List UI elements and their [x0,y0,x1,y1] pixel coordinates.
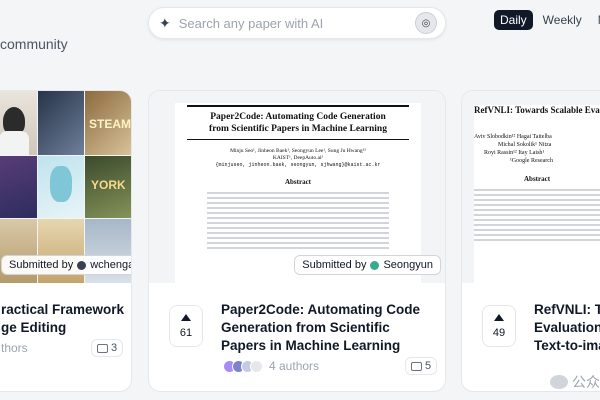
vote-count: 61 [179,326,193,339]
authors-meta: thors [1,341,28,355]
submitted-label: Submitted by [302,259,367,271]
upvote-arrow-icon [494,313,504,321]
title-line: ge Editing [1,320,67,335]
abstract-lines [207,192,389,249]
sparkle-icon: ✦ [159,14,171,31]
collage-tile [38,91,84,155]
tab-monthly[interactable]: Mor [592,10,600,30]
wechat-icon [550,375,568,389]
preview-title: RefVNLI: Towards Scalable Eva [474,105,600,115]
paper-title[interactable]: Paper2Code: Automating Code Generation f… [221,301,435,355]
title-line: Generation from Scientific [221,320,390,335]
preview-title: Paper2Code: Automating Code Generation f… [175,111,421,135]
title-rule [187,105,409,107]
authors-meta: 4 authors [223,359,319,373]
comment-icon [97,343,108,353]
comment-icon [411,361,422,371]
tab-daily[interactable]: Daily [494,10,533,30]
tab-weekly[interactable]: Weekly [537,10,588,30]
abstract-heading: Abstract [524,175,551,183]
title-line: RefVNLI: To [534,302,600,317]
vote-count: 49 [492,326,506,339]
preview-title-line: Paper2Code: Automating Code Generation [210,112,386,122]
collage-tile: STEAM [85,91,131,155]
preview-author-line: Aviv Slobodkin¹² Hagai Taitelba [474,134,552,140]
preview-authors: Aviv Slobodkin¹² Hagai Taitelba Michal S… [474,133,600,165]
search-input[interactable]: Search any paper with AI [179,16,415,31]
upvote-button[interactable]: 49 [482,305,516,347]
preview-affiliation: KAIST¹, DeepAuto.ai² [272,155,324,161]
title-line: ractical Framework [1,302,125,317]
paper-title[interactable]: ractical Framework ge Editing [1,301,131,337]
comment-count: 3 [111,342,118,354]
preview-affiliation: ¹Google Research [510,158,553,164]
comments-button[interactable]: 5 [405,357,438,375]
submitter-name[interactable]: wchengad [90,259,131,271]
paper-preview: RefVNLI: Towards Scalable Eva Aviv Slobo… [474,105,600,283]
title-line: Text-to-ima [534,338,600,353]
collage-text: STEAM [89,117,131,131]
abstract-heading: Abstract [284,178,312,186]
paper-card[interactable]: STEAM YORK Submitted by wchengad ractica… [0,90,132,392]
collage-tile [38,156,84,218]
paper-card[interactable]: RefVNLI: Towards Scalable Eva Aviv Slobo… [461,90,600,392]
watermark-text: 公众 [572,374,600,390]
paper-title[interactable]: RefVNLI: To Evaluation o Text-to-ima [534,301,600,355]
collage-tile [0,156,37,218]
paper-thumbnail[interactable]: Paper2Code: Automating Code Generation f… [149,91,445,283]
author-avatars [223,359,263,373]
paper-card[interactable]: Paper2Code: Automating Code Generation f… [148,90,446,392]
preview-emails: {minjuseo, jinheon.baek, seongyun, sjhwa… [215,162,381,168]
top-bar: community ✦ Search any paper with AI ◎ D… [0,0,600,62]
period-tabs: Daily Weekly Mor [494,10,600,30]
abstract-lines [474,189,600,241]
preview-author-line: Michal Sokolik¹ Nitza [498,142,552,148]
submitted-by-badge: Submitted by wchengad [1,255,131,275]
search-bar[interactable]: ✦ Search any paper with AI ◎ [148,7,446,39]
watermark: 公众 [550,372,600,392]
ai-assistant-icon[interactable]: ◎ [415,12,437,34]
upvote-arrow-icon [181,313,191,321]
title-line: Evaluation o [534,320,600,335]
comment-count: 5 [425,360,432,372]
preview-author-line: Royi Rassin¹² Itay Laish¹ [484,150,545,156]
brand-text: community [0,36,68,52]
title-line: Paper2Code: Automating Code [221,302,421,317]
submitter-name[interactable]: Seongyun [383,259,433,271]
preview-authors: Minju Seo¹, Jinheon Baek¹, Seongyun Lee¹… [230,148,366,154]
avatar [77,260,87,270]
authors-count: 4 authors [269,359,320,373]
paper-thumbnail[interactable]: STEAM YORK Submitted by wchengad [0,91,131,283]
title-line: Papers in Machine Learning [221,338,401,353]
authors-count: thors [1,341,28,355]
preview-title-line: from Scientific Papers in Machine Learni… [209,124,387,134]
avatar [370,260,380,270]
submitted-label: Submitted by [9,259,74,271]
collage-tile: YORK [85,156,131,218]
title-rule [187,139,409,140]
paper-thumbnail[interactable]: RefVNLI: Towards Scalable Eva Aviv Slobo… [462,91,600,283]
submitted-by-badge: Submitted by Seongyun [294,255,441,275]
collage-tile [0,91,37,155]
collage-text: YORK [91,178,126,192]
comments-button[interactable]: 3 [91,339,124,357]
upvote-button[interactable]: 61 [169,305,203,347]
